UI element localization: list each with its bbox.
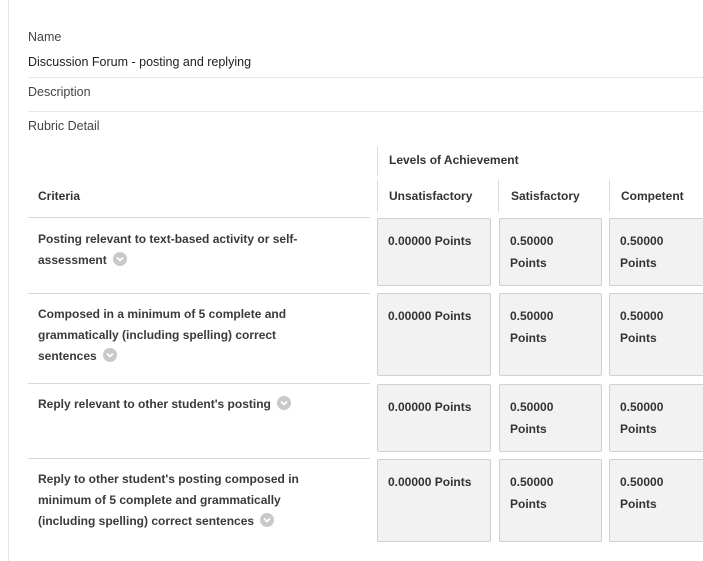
criterion-text: Composed in a minimum of 5 complete and … bbox=[38, 307, 287, 363]
column-divider bbox=[377, 180, 378, 212]
points-unit: Points bbox=[620, 422, 657, 436]
points-unit: Points bbox=[510, 422, 547, 436]
points-value: 0.00000 bbox=[388, 475, 432, 489]
criterion-row-3: Reply relevant to other student's postin… bbox=[38, 394, 338, 415]
points-unit: Points bbox=[510, 256, 547, 270]
row-separator bbox=[28, 383, 370, 384]
divider bbox=[28, 111, 703, 112]
level-cell[interactable]: 0.00000 Points bbox=[377, 293, 491, 376]
points-value: 0.50000 bbox=[510, 234, 554, 248]
chevron-down-icon[interactable] bbox=[260, 512, 275, 527]
name-label: Name bbox=[28, 30, 62, 44]
levels-header-divider bbox=[377, 146, 378, 176]
level-cell[interactable]: 0.50000 Points bbox=[609, 293, 703, 376]
level-cell[interactable]: 0.50000 Points bbox=[499, 459, 602, 542]
chevron-down-icon[interactable] bbox=[102, 347, 117, 362]
points-unit: Points bbox=[434, 400, 472, 414]
level-cell[interactable]: 0.50000 Points bbox=[499, 384, 602, 452]
chevron-down-icon[interactable] bbox=[276, 395, 291, 410]
criterion-row-4: Reply to other student's posting compose… bbox=[38, 469, 338, 532]
row-separator bbox=[28, 217, 370, 218]
points-value: 0.00000 bbox=[388, 400, 432, 414]
points-unit: Points bbox=[434, 309, 472, 323]
level-cell[interactable]: 0.50000 Points bbox=[499, 218, 602, 286]
cell-points: 0.00000 Points bbox=[388, 471, 480, 493]
column-divider bbox=[609, 180, 610, 212]
points-value: 0.00000 bbox=[388, 234, 432, 248]
row-separator bbox=[28, 458, 370, 459]
criterion-row-2: Composed in a minimum of 5 complete and … bbox=[38, 304, 338, 367]
points-unit: Points bbox=[434, 234, 472, 248]
level-cell[interactable]: 0.50000 Points bbox=[609, 218, 703, 286]
points-unit: Points bbox=[510, 497, 547, 511]
points-value: 0.50000 bbox=[620, 234, 664, 248]
row-separator bbox=[28, 293, 370, 294]
points-value: 0.50000 bbox=[620, 309, 664, 323]
cell-points: 0.00000 Points bbox=[388, 305, 480, 327]
points-unit: Points bbox=[620, 497, 657, 511]
criterion-text: Posting relevant to text-based activity … bbox=[38, 232, 298, 267]
name-value: Discussion Forum - posting and replying bbox=[28, 55, 252, 69]
level-header-unsatisfactory: Unsatisfactory bbox=[389, 189, 473, 203]
levels-of-achievement-header: Levels of Achievement bbox=[389, 153, 519, 167]
level-cell[interactable]: 0.50000 Points bbox=[499, 293, 602, 376]
points-value: 0.00000 bbox=[388, 309, 432, 323]
points-value: 0.50000 bbox=[510, 400, 554, 414]
criterion-row-1: Posting relevant to text-based activity … bbox=[38, 229, 338, 271]
points-unit: Points bbox=[510, 331, 547, 345]
left-border bbox=[8, 0, 9, 561]
column-divider bbox=[498, 180, 499, 212]
points-unit: Points bbox=[620, 331, 657, 345]
points-unit: Points bbox=[620, 256, 657, 270]
cell-points: 0.00000 Points bbox=[388, 396, 480, 418]
points-value: 0.50000 bbox=[510, 475, 554, 489]
level-cell[interactable]: 0.50000 Points bbox=[609, 384, 703, 452]
level-cell[interactable]: 0.00000 Points bbox=[377, 459, 491, 542]
level-cell[interactable]: 0.50000 Points bbox=[609, 459, 703, 542]
chevron-down-icon[interactable] bbox=[112, 251, 127, 266]
points-value: 0.50000 bbox=[620, 400, 664, 414]
divider bbox=[28, 77, 703, 78]
criterion-text: Reply relevant to other student's postin… bbox=[38, 397, 271, 411]
cell-points: 0.00000 Points bbox=[388, 230, 480, 252]
points-unit: Points bbox=[434, 475, 472, 489]
points-value: 0.50000 bbox=[620, 475, 664, 489]
level-header-competent: Competent bbox=[621, 189, 684, 203]
criteria-header: Criteria bbox=[38, 189, 81, 203]
level-cell[interactable]: 0.00000 Points bbox=[377, 218, 491, 286]
level-cell[interactable]: 0.00000 Points bbox=[377, 384, 491, 452]
rubric-detail-label: Rubric Detail bbox=[28, 119, 100, 133]
level-header-satisfactory: Satisfactory bbox=[511, 189, 580, 203]
points-value: 0.50000 bbox=[510, 309, 554, 323]
description-label: Description bbox=[28, 85, 91, 99]
